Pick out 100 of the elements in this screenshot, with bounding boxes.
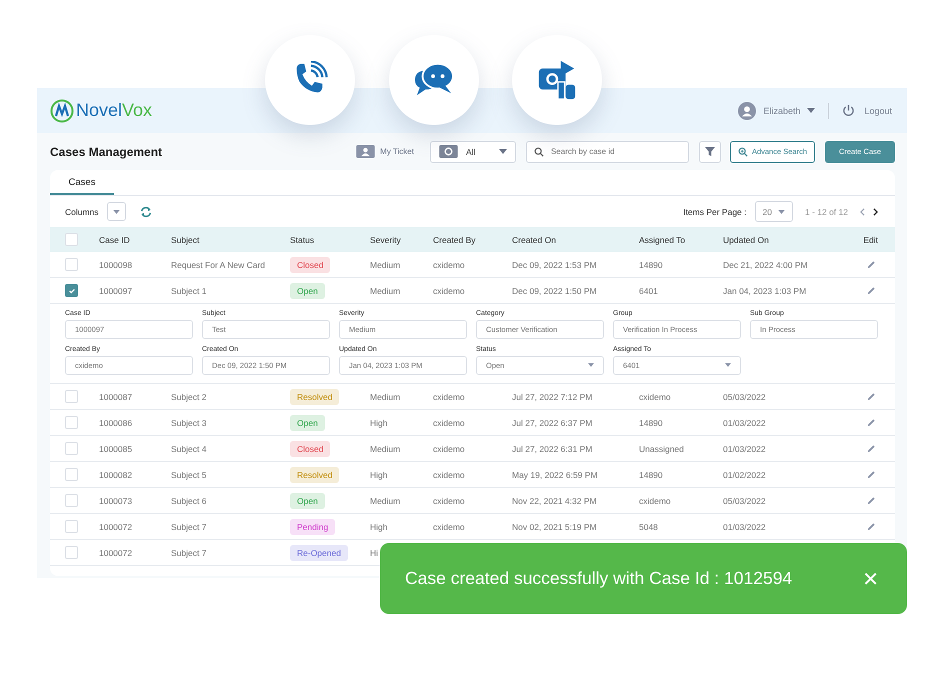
table-cell-text: cxidemo [639,392,672,402]
table-cell-text: Jul 27, 2022 6:37 PM [512,418,594,428]
logout-link[interactable]: Logout [864,106,892,116]
toast-message: Case created successfully with Case Id : 1012594 [405,568,792,589]
table-cell-text: cxidemo [639,496,672,506]
table-cell-text: 5048 [639,522,659,532]
pencil-icon[interactable] [867,392,876,401]
table-cell-text: 1000082 [99,470,134,480]
caret-icon [725,363,731,367]
search-field[interactable]: Search by case id [526,140,689,162]
table-cell-text: High [370,522,388,532]
table-cell-text: 05/03/2022 [723,496,767,506]
media-icon [536,59,578,101]
page-title: Cases Management [50,144,162,158]
table-cell-text: Dec 09, 2022 1:50 PM [512,286,598,296]
user-name[interactable]: Elizabeth [763,106,800,116]
pencil-icon[interactable] [867,444,876,453]
table-cell-text: Unassigned [639,444,685,454]
caret-icon [588,363,594,367]
caret-icon [498,149,507,154]
ticket-icon [438,145,458,158]
table-cell-text: Nov 22, 2021 4:32 PM [512,496,598,506]
column-header: Created On [512,234,557,244]
table-cell-text: 14890 [639,260,664,270]
table-cell-text: cxidemo [433,260,466,270]
table-cell-text: Subject 6 [171,496,208,506]
table-cell-text: 1000097 [99,286,134,296]
pencil-icon[interactable] [867,260,876,269]
pencil-icon[interactable] [867,286,876,295]
table-cell-text: cxidemo [433,444,466,454]
table-cell-text: Nov 02, 2021 5:19 PM [512,522,598,532]
table-cell-text: Subject 1 [171,286,208,296]
row-checkbox[interactable] [65,284,78,297]
items-per-page-dropdown[interactable]: 20 [754,201,793,222]
table-cell-text: Jan 04, 2023 1:03 PM [723,286,808,296]
table-cell-text: Subject 2 [171,392,208,402]
table-cell-text: Dec 21, 2022 4:00 PM [723,260,809,270]
table-cell-text: Jul 27, 2022 7:12 PM [512,392,594,402]
status-badge: Resolved [290,466,340,482]
table-cell-text: May 19, 2022 6:59 PM [512,470,599,480]
caret-icon[interactable] [807,108,816,113]
pencil-icon[interactable] [867,418,876,427]
table-cell-text: High [370,418,388,428]
table-cell-text: cxidemo [433,392,466,402]
status-badge: Closed [290,256,330,272]
previous-icon[interactable] [860,208,865,216]
select-all-checkbox[interactable] [65,233,78,246]
status-badge: Resolved [290,388,340,404]
ticket-icon[interactable] [356,145,376,158]
pencil-icon[interactable] [867,522,876,531]
table-cell-text: Jul 27, 2022 6:31 PM [512,444,594,454]
table-cell-text: 1000085 [99,444,134,454]
status-badge: Open [290,414,325,430]
column-header: Updated On [723,234,770,244]
cases-tab[interactable]: Cases [50,171,114,195]
table-cell-text: Request For A New Card [171,260,266,270]
logo-icon [50,98,74,122]
table-cell-text: Subject 7 [171,548,208,558]
table-cell-text: Subject 3 [171,418,208,428]
table-cell-text: 01/03/2022 [723,444,767,454]
view-dropdown[interactable]: All [430,140,516,162]
table-cell-text: Medium [370,496,402,506]
table-cell-text: 1000073 [99,496,134,506]
filter-button[interactable] [698,140,721,162]
refresh-icon[interactable] [140,206,152,218]
table-cell-text: 14890 [639,418,664,428]
table-cell-text: Medium [370,444,402,454]
zoom-in-icon [738,146,748,156]
status-badge: Closed [290,440,330,456]
status-badge: Open [290,282,325,298]
avatar-icon [738,102,756,120]
close-button[interactable]: ✕ [862,566,879,590]
column-header: Case ID [99,234,131,244]
pencil-icon[interactable] [867,496,876,505]
status-badge: Open [290,492,325,508]
column-header: Created By [433,234,477,244]
table-cell-text: cxidemo [433,496,466,506]
power-icon[interactable] [842,104,856,117]
table-cell-text: 1000098 [99,260,134,270]
items-per-page-label: Items Per Page : [683,206,747,216]
table-cell-text: 1000087 [99,392,134,402]
caret-icon [778,210,785,214]
table-cell-text: cxidemo [433,286,466,296]
my-ticket-link[interactable]: My Ticket [380,147,414,156]
table-cell-text: cxidemo [433,470,466,480]
columns-dropdown[interactable] [106,202,126,221]
table-cell-text: High [370,470,388,480]
table-cell-text: Subject 7 [171,522,208,532]
columns-label: Columns [65,206,99,216]
table-cell-text: Dec 09, 2022 1:53 PM [512,260,598,270]
next-icon[interactable] [873,208,878,216]
pencil-icon[interactable] [867,470,876,479]
status-badge: Pending [290,518,336,534]
table-cell-text: 1000072 [99,522,134,532]
page-range: 1 - 12 of 12 [804,206,848,216]
column-header: Subject [171,234,200,244]
column-header: Status [290,234,316,244]
table-cell-text: Medium [370,260,402,270]
table-cell-text: 01/02/2022 [723,470,767,480]
table-cell-text: Medium [370,392,402,402]
